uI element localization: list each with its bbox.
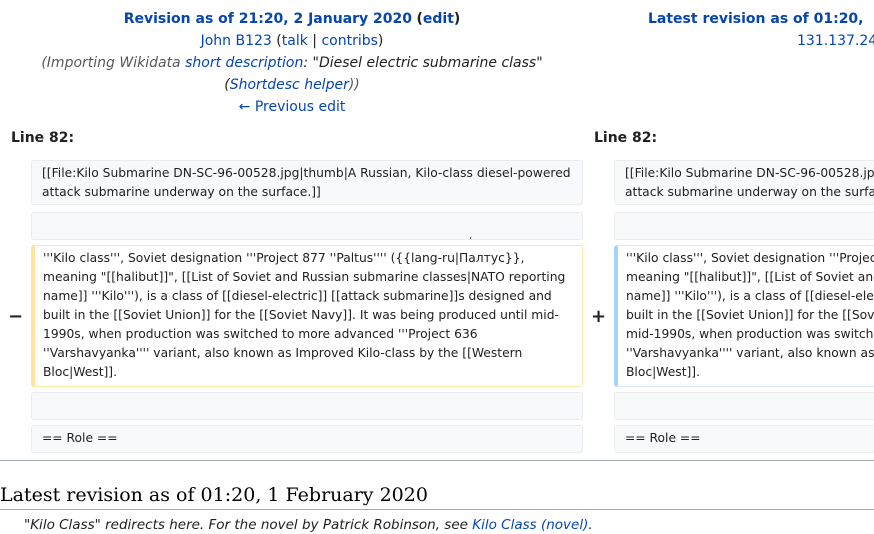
blank-context-left: ، bbox=[31, 212, 583, 240]
new-revision-link[interactable]: Latest revision as of 01:20, bbox=[648, 11, 864, 27]
left-line-number: Line 82: bbox=[11, 130, 75, 146]
heading-underline bbox=[0, 509, 874, 510]
diff-divider bbox=[0, 460, 874, 461]
previous-edit-link[interactable]: ← Previous edit bbox=[239, 99, 346, 115]
latest-revision-heading: Latest revision as of 01:20, 1 February … bbox=[0, 484, 428, 506]
blank-mark: ، bbox=[469, 231, 473, 240]
old-revision-link[interactable]: Revision as of 21:20, 2 January 2020 bbox=[124, 11, 412, 27]
edit-link[interactable]: edit bbox=[423, 11, 454, 27]
edit-summary: (Importing Wikidata short description: "… bbox=[41, 55, 543, 93]
old-revision-user-line: John B123 (talk | contribs) bbox=[200, 33, 384, 49]
shortdesc-helper-link[interactable]: Shortdesc helper bbox=[230, 77, 349, 93]
plus-marker: + bbox=[591, 306, 607, 327]
blank-context-right bbox=[614, 212, 874, 240]
context-line-right: [[File:Kilo Submarine DN-SC-96-00528.jpg… bbox=[614, 160, 874, 205]
short-description-link[interactable]: short description bbox=[185, 55, 303, 71]
deleted-line: '''Kilo class''', Soviet designation '''… bbox=[31, 245, 583, 387]
user-link[interactable]: John B123 bbox=[201, 33, 272, 49]
minus-marker: − bbox=[8, 306, 24, 327]
kilo-class-novel-link[interactable]: Kilo Class (novel) bbox=[472, 517, 588, 533]
role-context-left: == Role == bbox=[31, 425, 583, 453]
blank-context-right-2 bbox=[614, 392, 874, 420]
role-context-right: == Role == bbox=[614, 425, 874, 453]
user-contribs-link[interactable]: contribs bbox=[321, 33, 377, 49]
blank-context-left-2 bbox=[31, 392, 583, 420]
new-revision-header: Latest revision as of 01:20, 131.137.24 bbox=[648, 8, 874, 52]
added-line: '''Kilo class''', Soviet designation '''… bbox=[614, 245, 874, 387]
context-line-left: [[File:Kilo Submarine DN-SC-96-00528.jpg… bbox=[31, 160, 583, 205]
old-revision-header: Revision as of 21:20, 2 January 2020 (ed… bbox=[0, 8, 584, 118]
user-talk-link[interactable]: talk bbox=[282, 33, 308, 49]
ip-user-link[interactable]: 131.137.24 bbox=[797, 33, 874, 49]
hatnote: "Kilo Class" redirects here. For the nov… bbox=[24, 517, 593, 533]
old-revision-title-line: Revision as of 21:20, 2 January 2020 (ed… bbox=[123, 11, 461, 27]
right-line-number: Line 82: bbox=[594, 130, 658, 146]
